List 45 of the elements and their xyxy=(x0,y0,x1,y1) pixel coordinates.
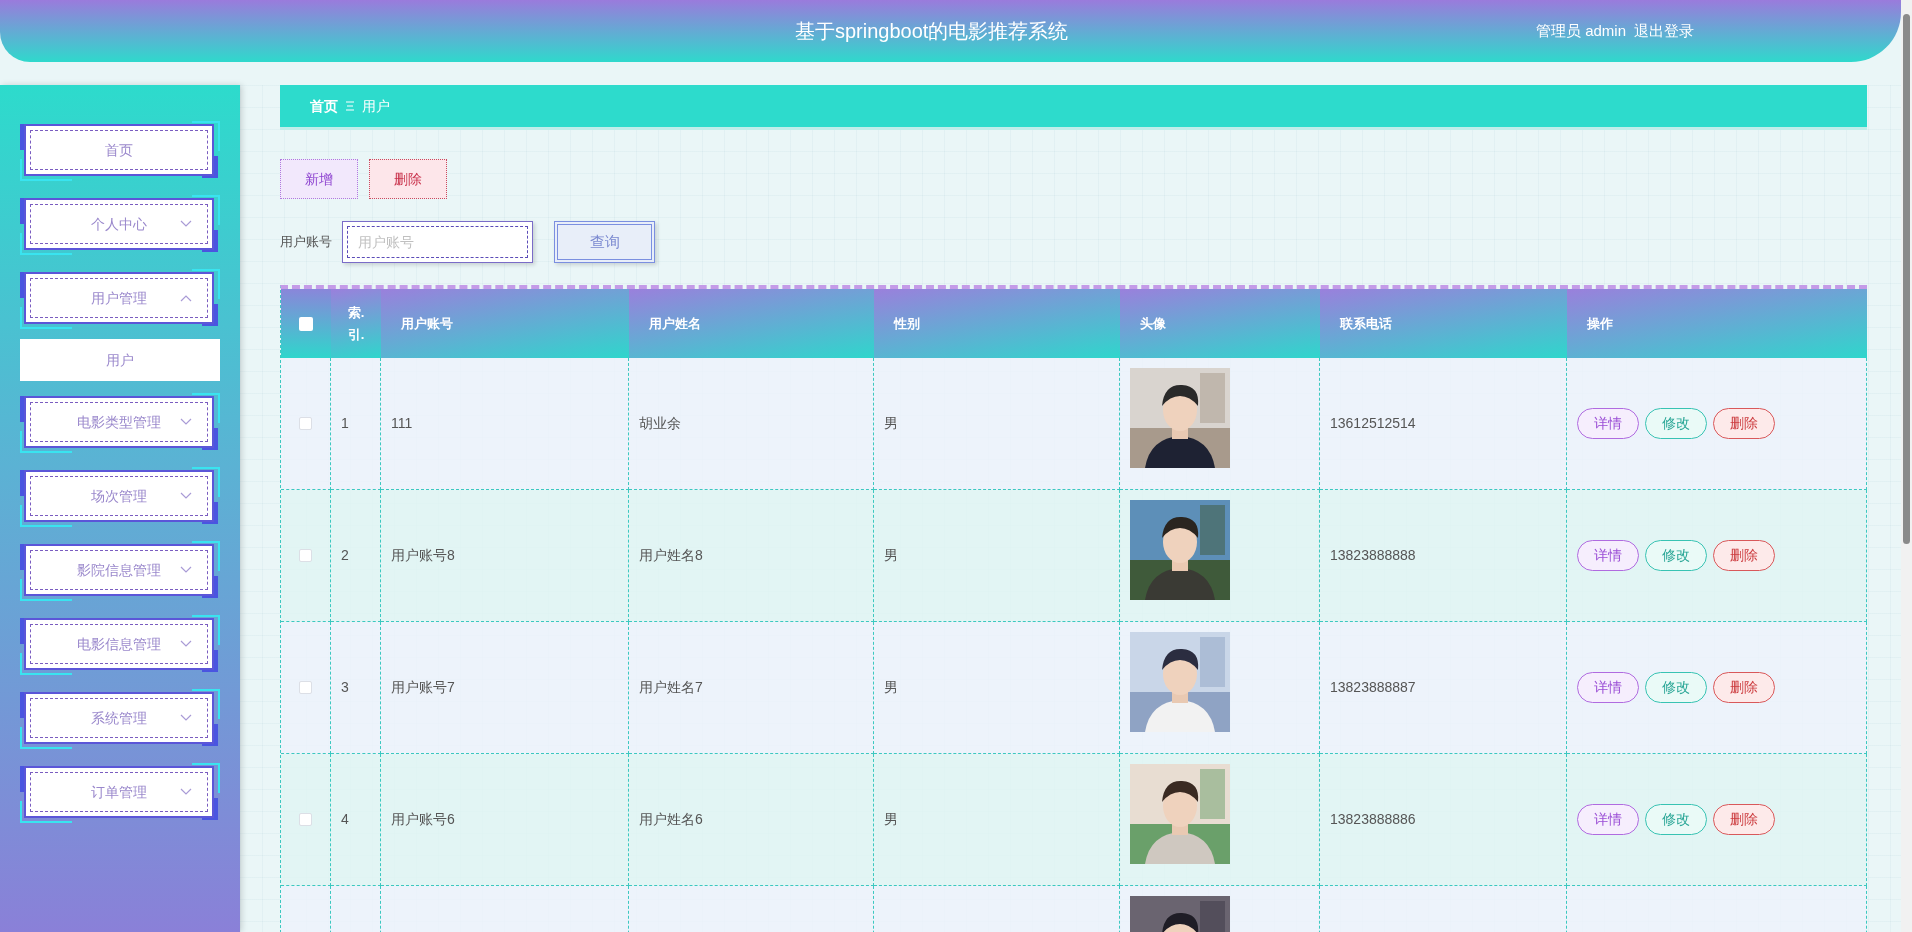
column-header: 性别 xyxy=(874,289,1120,358)
edit-button[interactable]: 修改 xyxy=(1645,804,1707,835)
sidebar-item[interactable]: 场次管理 xyxy=(24,470,214,522)
separator-icon xyxy=(346,101,354,111)
column-header: 用户账号 xyxy=(381,289,629,358)
delete-button[interactable]: 删除 xyxy=(1713,408,1775,439)
app-title: 基于springboot的电影推荐系统 xyxy=(795,19,1069,44)
sidebar-item[interactable]: 电影信息管理 xyxy=(24,618,214,670)
select-all-checkbox[interactable] xyxy=(299,316,313,331)
column-header: 用户姓名 xyxy=(629,289,874,358)
search-label: 用户账号 xyxy=(280,233,332,252)
sidebar-item[interactable]: 个人中心 xyxy=(24,198,214,250)
column-header: 操作 xyxy=(1567,289,1867,358)
sidebar-item[interactable]: 电影类型管理 xyxy=(24,396,214,448)
delete-button[interactable]: 删除 xyxy=(369,159,447,199)
row-checkbox[interactable] xyxy=(299,417,312,430)
sidebar-item[interactable]: 影院信息管理 xyxy=(24,544,214,596)
detail-button[interactable]: 详情 xyxy=(1577,672,1639,703)
delete-button[interactable]: 删除 xyxy=(1713,804,1775,835)
sidebar-item[interactable]: 系统管理 xyxy=(24,692,214,744)
column-header: 联系电话 xyxy=(1320,289,1567,358)
search-field[interactable]: 用户账号 xyxy=(342,221,533,263)
logout-link[interactable]: 退出登录 xyxy=(1634,19,1694,43)
search-button[interactable]: 查询 xyxy=(554,221,655,263)
row-checkbox[interactable] xyxy=(299,549,312,562)
sidebar-item[interactable]: 首页 xyxy=(24,124,214,176)
column-header: 头像 xyxy=(1120,289,1320,358)
edit-button[interactable]: 修改 xyxy=(1645,408,1707,439)
sidebar-item[interactable]: 订单管理 xyxy=(24,766,214,818)
column-header: 索.引. xyxy=(331,289,381,358)
breadcrumb-current: 用户 xyxy=(362,96,390,116)
sidebar-item[interactable]: 用户管理 xyxy=(24,272,214,324)
edit-button[interactable]: 修改 xyxy=(1645,672,1707,703)
breadcrumb-link[interactable]: 首页 xyxy=(310,95,338,117)
detail-button[interactable]: 详情 xyxy=(1577,804,1639,835)
detail-button[interactable]: 详情 xyxy=(1577,540,1639,571)
add-button[interactable]: 新增 xyxy=(280,159,358,199)
delete-button[interactable]: 删除 xyxy=(1713,540,1775,571)
edit-button[interactable]: 修改 xyxy=(1645,540,1707,571)
submenu-item[interactable]: 用户 xyxy=(20,339,220,381)
detail-button[interactable]: 详情 xyxy=(1577,408,1639,439)
row-checkbox[interactable] xyxy=(299,681,312,694)
row-checkbox[interactable] xyxy=(299,813,312,826)
admin-label: 管理员 admin xyxy=(1535,20,1626,41)
delete-button[interactable]: 删除 xyxy=(1713,672,1775,703)
